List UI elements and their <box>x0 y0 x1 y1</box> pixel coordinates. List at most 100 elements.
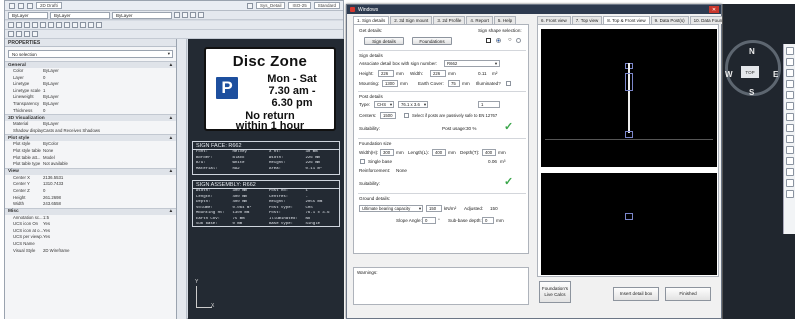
transparency-nav-icon[interactable] <box>785 190 794 198</box>
top-view-preview[interactable] <box>541 173 717 275</box>
collapse-icon[interactable]: ▴ <box>170 116 172 121</box>
property-row[interactable]: Transparency ByLayer <box>5 101 176 108</box>
osnap-nav-icon[interactable] <box>785 168 794 176</box>
property-row[interactable]: Layer 0 <box>5 75 176 82</box>
tab-3[interactable]: 8. Top & Front view <box>603 16 650 24</box>
lineweight-nav-icon[interactable] <box>785 179 794 187</box>
square-shape-check[interactable] <box>486 38 491 43</box>
post-count-input[interactable]: 1 <box>478 101 500 108</box>
close-icon[interactable]: ✕ <box>709 6 719 13</box>
trim-icon[interactable] <box>72 22 78 28</box>
shape-radio-2[interactable] <box>516 38 521 43</box>
move-icon[interactable] <box>48 22 54 28</box>
selection-dropdown[interactable]: No selection ▾ <box>8 50 173 58</box>
save-icon[interactable] <box>27 2 33 9</box>
textstyle-dropdown[interactable]: Standard <box>313 2 340 9</box>
mounting-input[interactable]: 1300 <box>382 80 398 87</box>
property-row[interactable]: UCS icon at o... Yes <box>5 228 176 235</box>
collapse-icon[interactable]: ▴ <box>170 209 172 214</box>
property-row[interactable]: Plot table att... Model <box>5 155 176 162</box>
bearing-capacity-select[interactable]: Ultimate bearing capacity ▾ <box>359 205 423 212</box>
insert-detail-box-button[interactable]: Insert detail box <box>613 287 659 301</box>
post-type-select[interactable]: CHS ▾ <box>374 101 394 108</box>
drawing-canvas[interactable]: Disc Zone P Mon - Sat 7.30 am - 6.30 pm … <box>188 39 344 319</box>
tab-3[interactable]: 3. 2d Profile <box>433 16 466 24</box>
zoom-icon[interactable] <box>8 31 14 37</box>
layer-nav-icon[interactable] <box>785 102 794 110</box>
open-icon[interactable] <box>18 2 24 9</box>
warnings-box[interactable]: Warnings: <box>353 267 529 305</box>
tab-1[interactable]: 1. Sign details <box>353 16 390 24</box>
property-row[interactable]: UCS per viewp... Yes <box>5 234 176 241</box>
property-row[interactable]: Plot style table None <box>5 148 176 155</box>
line-icon[interactable] <box>174 12 180 18</box>
pan-nav-icon[interactable] <box>785 47 794 55</box>
draw-rect-icon[interactable] <box>24 22 30 28</box>
wheel-icon[interactable] <box>785 91 794 99</box>
workspace-dropdown[interactable]: 2D Drafti <box>36 2 62 9</box>
tab-2[interactable]: 7. Top view <box>571 16 603 24</box>
collapse-icon[interactable]: ▴ <box>170 63 172 68</box>
illuminated-checkbox[interactable] <box>506 81 511 86</box>
collapse-icon[interactable]: ▴ <box>170 169 172 174</box>
viewcube-top[interactable]: TOP <box>741 66 759 78</box>
property-row[interactable]: Annotation sc... 1:5 <box>5 215 176 222</box>
property-group-header[interactable]: Misc ▴ <box>5 207 176 215</box>
polyline-icon[interactable] <box>182 12 188 18</box>
property-row[interactable]: Material ByLayer <box>5 121 176 128</box>
property-row[interactable]: Center Y 1310.7433 <box>5 181 176 188</box>
compass-west[interactable]: W <box>725 70 733 79</box>
foundations-button[interactable]: Foundations <box>412 37 452 45</box>
property-row[interactable]: Plot style ByColor <box>5 141 176 148</box>
property-row[interactable]: Center X 2136.5531 <box>5 175 176 182</box>
settings-nav-icon[interactable] <box>785 113 794 121</box>
tab-4[interactable]: 9. Data Post(s) <box>650 16 689 24</box>
undo-icon[interactable] <box>24 31 30 37</box>
bearing-value-input[interactable]: 150 <box>426 205 442 212</box>
property-row[interactable]: Shadow display Casts and Receives Shadows <box>5 128 176 135</box>
single-base-checkbox[interactable] <box>360 159 365 164</box>
table-icon[interactable] <box>88 22 94 28</box>
hatch-icon[interactable] <box>40 22 46 28</box>
post-size-select[interactable]: 76.1 x 3.6 ▾ <box>398 101 428 108</box>
grid-nav-icon[interactable] <box>785 135 794 143</box>
zoom-nav-icon[interactable] <box>785 58 794 66</box>
passive-safe-checkbox[interactable] <box>404 113 409 118</box>
depth-input[interactable]: 400 <box>482 149 496 156</box>
orbit-nav-icon[interactable] <box>785 69 794 77</box>
property-group-header[interactable]: View ▴ <box>5 167 176 175</box>
layer-dropdown[interactable]: ByLayer <box>8 11 48 19</box>
draw-line-icon[interactable] <box>8 22 14 28</box>
property-row[interactable]: Plot table type Not available <box>5 161 176 168</box>
centers-input[interactable]: 1500 <box>380 112 396 119</box>
finished-button[interactable]: Finished <box>665 287 711 301</box>
linetype-dropdown[interactable]: ByLayer <box>112 11 172 19</box>
draw-arc-icon[interactable] <box>16 22 22 28</box>
height-input[interactable]: 226 <box>378 70 394 77</box>
property-row[interactable]: Linetype scale 1 <box>5 88 176 95</box>
width-h-input[interactable]: 300 <box>380 149 394 156</box>
property-row[interactable]: Height 261.2698 <box>5 195 176 202</box>
slope-angle-input[interactable]: 0 <box>422 217 436 224</box>
property-row[interactable]: Center Z 0 <box>5 188 176 195</box>
pan-icon[interactable] <box>16 31 22 37</box>
property-row[interactable]: Visual Style 2D Wireframe <box>5 248 176 255</box>
shape-radio-1[interactable] <box>496 38 501 43</box>
tool-icon[interactable] <box>246 2 253 9</box>
sub-base-input[interactable]: 0 <box>482 217 494 224</box>
property-row[interactable]: UCS icon On Yes <box>5 221 176 228</box>
color-dropdown[interactable]: ByLayer <box>50 11 110 19</box>
property-row[interactable]: Linetype ByLayer <box>5 81 176 88</box>
top-front-preview[interactable] <box>541 29 717 167</box>
draw-circle-icon[interactable] <box>32 22 38 28</box>
length-l-input[interactable]: 400 <box>432 149 446 156</box>
property-group-header[interactable]: 3D Visualization ▴ <box>5 114 176 122</box>
circle-icon[interactable] <box>190 12 196 18</box>
redo-icon[interactable] <box>32 31 38 37</box>
property-row[interactable]: Lineweight ByLayer <box>5 94 176 101</box>
ortho-nav-icon[interactable] <box>785 146 794 154</box>
compass-north[interactable]: N <box>749 47 755 56</box>
earth-cover-input[interactable]: 75 <box>448 80 460 87</box>
width-input[interactable]: 226 <box>430 70 446 77</box>
rotate-icon[interactable] <box>64 22 70 28</box>
